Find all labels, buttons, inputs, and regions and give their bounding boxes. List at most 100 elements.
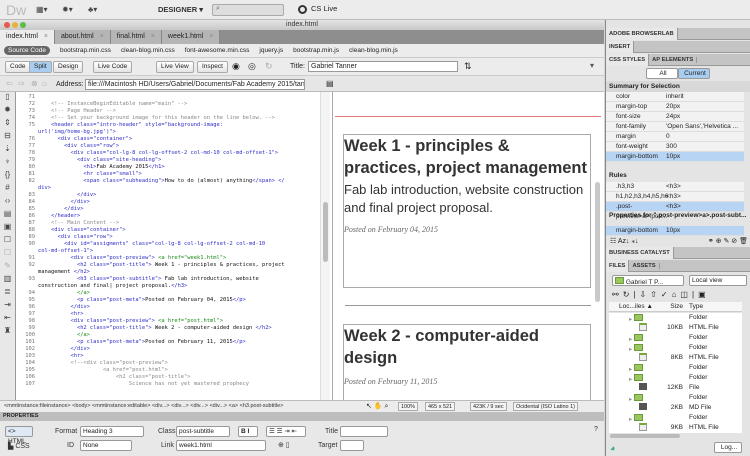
related-file-6[interactable]: clean-blog.min.js: [349, 47, 398, 54]
property-row[interactable]: font-weight 300: [606, 142, 744, 152]
tab-ap-elements[interactable]: AP ELEMENTS: [649, 57, 698, 63]
syntax-coloring-icon[interactable]: ▣: [0, 222, 15, 235]
file-row[interactable]: 10KB HTML File: [609, 323, 742, 333]
html-mode-button[interactable]: <> HTML: [5, 426, 33, 445]
tab-index-html[interactable]: index.html ×: [0, 30, 55, 44]
css-actions-icons[interactable]: ⚭ ⊕ ✎ ⊘ 🗑: [708, 237, 748, 245]
outdent-icon[interactable]: ⇤: [0, 313, 15, 326]
column-header[interactable]: Loc...iles ▲: [609, 302, 661, 311]
close-tab-icon[interactable]: ×: [100, 33, 104, 40]
file-row[interactable]: ▸ Folder: [609, 373, 742, 383]
split-view-button[interactable]: Split: [29, 61, 52, 73]
site-icon[interactable]: ♣▾: [88, 5, 97, 14]
files-toolbar-icons[interactable]: ⚯↻|⇩⇧✓⌂◫|▣: [612, 290, 710, 299]
title-input[interactable]: [340, 426, 388, 437]
browse-options-icon[interactable]: ▤: [326, 79, 334, 88]
bold-italic-buttons[interactable]: B I: [238, 426, 258, 437]
business-catalyst-header[interactable]: BUSINESS CATALYST: [606, 247, 750, 259]
select-tool-icon[interactable]: ↖ ✋ ⌕: [366, 401, 388, 412]
file-row[interactable]: 2KB MD File: [609, 403, 742, 413]
stop-icon[interactable]: ⊗: [31, 79, 38, 88]
line-numbers-icon[interactable]: #: [0, 183, 15, 196]
property-row[interactable]: margin-top 20px: [606, 102, 744, 112]
search-input[interactable]: ⌕: [212, 4, 284, 16]
title-field[interactable]: Gabriel Tanner: [308, 61, 458, 72]
class-select[interactable]: post-subtitle: [176, 426, 230, 437]
live-code-button[interactable]: Live Code: [93, 61, 133, 73]
live-view-button[interactable]: Live View: [156, 61, 194, 73]
tab-assets[interactable]: ASSETS: [629, 263, 660, 269]
property-row[interactable]: margin 0: [606, 132, 744, 142]
post-subtitle[interactable]: Fab lab introduction, website constructi…: [344, 181, 590, 217]
all-button[interactable]: All: [646, 68, 678, 79]
filter-icon[interactable]: ▾: [590, 61, 594, 70]
file-row[interactable]: 8KB HTML File: [609, 353, 742, 363]
link-input[interactable]: week1.html: [176, 440, 266, 451]
remove-comment-icon[interactable]: ☐: [0, 248, 15, 261]
globe-icon[interactable]: ◉: [232, 61, 240, 72]
debug-icon[interactable]: ✹: [0, 105, 15, 118]
move-css-icon[interactable]: ≣: [0, 287, 15, 300]
close-tab-icon[interactable]: ×: [44, 33, 48, 40]
collapse-selection-icon[interactable]: ⊟: [0, 131, 15, 144]
property-row[interactable]: color inherit: [606, 92, 744, 102]
post-preview[interactable]: Week 2 - computer-aided design Posted on…: [343, 324, 591, 400]
cs-live-button[interactable]: CS Live: [298, 4, 337, 14]
code-view-button[interactable]: Code: [5, 61, 31, 73]
minimize-button[interactable]: [12, 22, 18, 28]
visual-aids-icon[interactable]: ◎: [248, 61, 256, 72]
tag-selector[interactable]: <mmtinstance:fileinstance> <body> <mmtin…: [4, 401, 283, 412]
current-button[interactable]: Current: [678, 68, 710, 79]
site-select[interactable]: Gabriel T P...: [612, 275, 684, 286]
property-row[interactable]: h1,h2,h3,h4,h5,h6 <h3>: [606, 192, 744, 202]
close-tab-icon[interactable]: ×: [151, 33, 155, 40]
post-title[interactable]: Week 2 - computer-aided design: [344, 325, 590, 369]
column-header[interactable]: Size: [661, 302, 689, 311]
view-select[interactable]: Local view: [689, 275, 747, 286]
wrap-tag-icon[interactable]: ✎: [0, 261, 15, 274]
target-select[interactable]: [340, 440, 364, 451]
file-row[interactable]: 12KB File: [609, 383, 742, 393]
workspace-switcher[interactable]: DESIGNER ▾: [158, 5, 203, 14]
inspect-button[interactable]: Inspect: [197, 61, 228, 73]
tab-final-html[interactable]: final.html ×: [110, 30, 162, 44]
file-row[interactable]: ▸ Folder: [609, 343, 742, 353]
recent-snippets-icon[interactable]: ▥: [0, 274, 15, 287]
insert-panel-header[interactable]: INSERT: [606, 41, 750, 53]
file-row[interactable]: 9KB HTML File: [609, 423, 742, 433]
balance-braces-icon[interactable]: {}: [0, 170, 15, 183]
code-editor[interactable]: 71 72 <!-- InstanceBeginEditable name="ma…: [17, 94, 320, 400]
back-icon[interactable]: ⇦: [6, 79, 13, 88]
property-row[interactable]: .post-preview>a>.pos... <h3>: [606, 202, 744, 220]
related-file-1[interactable]: bootstrap.min.css: [60, 47, 111, 54]
related-file-2[interactable]: clean-blog.min.css: [121, 47, 175, 54]
file-management-icon[interactable]: ⇅: [464, 61, 472, 72]
file-row[interactable]: ▸ Folder: [609, 313, 742, 323]
format-select[interactable]: Heading 3: [80, 426, 144, 437]
property-row[interactable]: font-size 24px: [606, 112, 744, 122]
category-view-icon[interactable]: ☷ Az↓ ⁎↓: [610, 237, 638, 245]
code-scrollbar[interactable]: [320, 92, 330, 400]
column-header[interactable]: Type: [689, 302, 703, 311]
help-icon[interactable]: ?: [594, 426, 598, 433]
design-view[interactable]: Week 1 - principles & practices, project…: [332, 92, 604, 400]
id-select[interactable]: None: [80, 440, 132, 451]
related-file-4[interactable]: jquery.js: [259, 47, 283, 54]
gear-icon[interactable]: ✹▾: [62, 5, 73, 14]
home-icon[interactable]: ⌂: [42, 79, 47, 88]
list-indent-buttons[interactable]: ☰ ☰ ⇥ ⇤: [266, 426, 306, 437]
related-file-5[interactable]: bootstrap.min.js: [293, 47, 339, 54]
related-file-0[interactable]: Source Code: [4, 46, 50, 55]
zoom-select[interactable]: 100%: [398, 402, 419, 411]
file-row[interactable]: ▸ Folder: [609, 363, 742, 373]
close-button[interactable]: [4, 22, 10, 28]
tab-files[interactable]: FILES: [606, 260, 630, 272]
open-documents-icon[interactable]: ▯: [0, 92, 15, 105]
point-to-file-icon[interactable]: ⊕ ▯: [278, 441, 290, 449]
layout-icon[interactable]: ▦▾: [36, 5, 48, 14]
design-view-button[interactable]: Design: [53, 61, 84, 73]
tab-week1-html[interactable]: week1.html ×: [161, 30, 221, 44]
files-horizontal-scrollbar[interactable]: [610, 434, 680, 438]
window-size[interactable]: 465 x 521: [425, 402, 456, 411]
forward-icon[interactable]: ⇨: [18, 79, 25, 88]
